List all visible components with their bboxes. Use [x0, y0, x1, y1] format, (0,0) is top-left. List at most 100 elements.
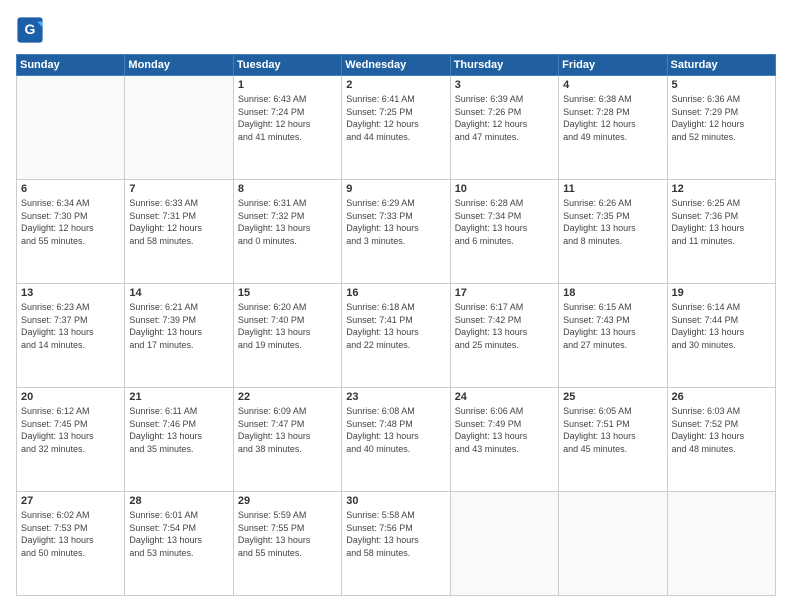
calendar-week-row: 13Sunrise: 6:23 AM Sunset: 7:37 PM Dayli… [17, 284, 776, 388]
day-info: Sunrise: 6:15 AM Sunset: 7:43 PM Dayligh… [563, 301, 662, 351]
day-info: Sunrise: 6:18 AM Sunset: 7:41 PM Dayligh… [346, 301, 445, 351]
calendar-cell [17, 76, 125, 180]
weekday-header: Tuesday [233, 55, 341, 76]
day-info: Sunrise: 6:20 AM Sunset: 7:40 PM Dayligh… [238, 301, 337, 351]
day-number: 18 [563, 287, 662, 299]
calendar-cell: 4Sunrise: 6:38 AM Sunset: 7:28 PM Daylig… [559, 76, 667, 180]
calendar-week-row: 1Sunrise: 6:43 AM Sunset: 7:24 PM Daylig… [17, 76, 776, 180]
page: G SundayMondayTuesdayWednesdayThursdayFr… [0, 0, 792, 612]
day-number: 23 [346, 391, 445, 403]
day-number: 17 [455, 287, 554, 299]
day-number: 11 [563, 183, 662, 195]
header: G [16, 16, 776, 44]
day-info: Sunrise: 6:41 AM Sunset: 7:25 PM Dayligh… [346, 93, 445, 143]
calendar-cell: 3Sunrise: 6:39 AM Sunset: 7:26 PM Daylig… [450, 76, 558, 180]
calendar-cell: 8Sunrise: 6:31 AM Sunset: 7:32 PM Daylig… [233, 180, 341, 284]
day-number: 8 [238, 183, 337, 195]
calendar-cell: 12 Sunrise: 6:25 AM Sunset: 7:36 PM Dayli… [667, 180, 775, 284]
calendar-header-row: SundayMondayTuesdayWednesdayThursdayFrid… [17, 55, 776, 76]
calendar-cell: 9 Sunrise: 6:29 AM Sunset: 7:33 PM Daylig… [342, 180, 450, 284]
day-info: Sunrise: 6:36 AM Sunset: 7:29 PM Dayligh… [672, 93, 771, 143]
day-info: Sunrise: 5:59 AM Sunset: 7:55 PM Dayligh… [238, 509, 337, 559]
day-info: Sunrise: 6:29 AM Sunset: 7:33 PM Dayligh… [346, 197, 445, 247]
calendar-cell: 25 Sunrise: 6:05 AM Sunset: 7:51 PM Dayli… [559, 388, 667, 492]
day-info: Sunrise: 6:06 AM Sunset: 7:49 PM Dayligh… [455, 405, 554, 455]
calendar-cell: 2 Sunrise: 6:41 AM Sunset: 7:25 PM Daylig… [342, 76, 450, 180]
day-number: 21 [129, 391, 228, 403]
day-number: 25 [563, 391, 662, 403]
svg-text:G: G [25, 21, 36, 37]
calendar-cell [667, 492, 775, 596]
calendar-week-row: 27 Sunrise: 6:02 AM Sunset: 7:53 PM Dayli… [17, 492, 776, 596]
day-number: 2 [346, 79, 445, 91]
weekday-header: Friday [559, 55, 667, 76]
day-number: 26 [672, 391, 771, 403]
weekday-header: Sunday [17, 55, 125, 76]
day-info: Sunrise: 6:23 AM Sunset: 7:37 PM Dayligh… [21, 301, 120, 351]
logo: G [16, 16, 46, 44]
calendar-cell: 21 Sunrise: 6:11 AM Sunset: 7:46 PM Dayli… [125, 388, 233, 492]
day-number: 4 [563, 79, 662, 91]
day-number: 20 [21, 391, 120, 403]
day-number: 6 [21, 183, 120, 195]
calendar-cell: 14Sunrise: 6:21 AM Sunset: 7:39 PM Dayli… [125, 284, 233, 388]
calendar-cell: 20Sunrise: 6:12 AM Sunset: 7:45 PM Dayli… [17, 388, 125, 492]
calendar-cell: 11 Sunrise: 6:26 AM Sunset: 7:35 PM Dayli… [559, 180, 667, 284]
day-info: Sunrise: 6:08 AM Sunset: 7:48 PM Dayligh… [346, 405, 445, 455]
day-info: Sunrise: 6:14 AM Sunset: 7:44 PM Dayligh… [672, 301, 771, 351]
day-info: Sunrise: 6:26 AM Sunset: 7:35 PM Dayligh… [563, 197, 662, 247]
weekday-header: Thursday [450, 55, 558, 76]
day-info: Sunrise: 6:33 AM Sunset: 7:31 PM Dayligh… [129, 197, 228, 247]
day-info: Sunrise: 6:09 AM Sunset: 7:47 PM Dayligh… [238, 405, 337, 455]
day-info: Sunrise: 6:02 AM Sunset: 7:53 PM Dayligh… [21, 509, 120, 559]
day-number: 29 [238, 495, 337, 507]
calendar-cell: 18 Sunrise: 6:15 AM Sunset: 7:43 PM Dayli… [559, 284, 667, 388]
day-info: Sunrise: 6:11 AM Sunset: 7:46 PM Dayligh… [129, 405, 228, 455]
calendar-cell: 16Sunrise: 6:18 AM Sunset: 7:41 PM Dayli… [342, 284, 450, 388]
day-info: Sunrise: 6:39 AM Sunset: 7:26 PM Dayligh… [455, 93, 554, 143]
weekday-header: Wednesday [342, 55, 450, 76]
day-number: 27 [21, 495, 120, 507]
day-number: 24 [455, 391, 554, 403]
day-info: Sunrise: 6:28 AM Sunset: 7:34 PM Dayligh… [455, 197, 554, 247]
day-number: 12 [672, 183, 771, 195]
calendar-cell: 6 Sunrise: 6:34 AM Sunset: 7:30 PM Daylig… [17, 180, 125, 284]
day-info: Sunrise: 6:03 AM Sunset: 7:52 PM Dayligh… [672, 405, 771, 455]
calendar-cell [559, 492, 667, 596]
calendar-cell: 1Sunrise: 6:43 AM Sunset: 7:24 PM Daylig… [233, 76, 341, 180]
calendar-cell [450, 492, 558, 596]
calendar-cell: 23 Sunrise: 6:08 AM Sunset: 7:48 PM Dayli… [342, 388, 450, 492]
calendar-cell [125, 76, 233, 180]
day-number: 14 [129, 287, 228, 299]
day-number: 22 [238, 391, 337, 403]
calendar-cell: 13Sunrise: 6:23 AM Sunset: 7:37 PM Dayli… [17, 284, 125, 388]
calendar-cell: 26 Sunrise: 6:03 AM Sunset: 7:52 PM Dayli… [667, 388, 775, 492]
day-number: 5 [672, 79, 771, 91]
calendar-cell: 30 Sunrise: 5:58 AM Sunset: 7:56 PM Dayli… [342, 492, 450, 596]
calendar-cell: 22 Sunrise: 6:09 AM Sunset: 7:47 PM Dayli… [233, 388, 341, 492]
calendar-cell: 15 Sunrise: 6:20 AM Sunset: 7:40 PM Dayli… [233, 284, 341, 388]
day-number: 7 [129, 183, 228, 195]
day-info: Sunrise: 6:05 AM Sunset: 7:51 PM Dayligh… [563, 405, 662, 455]
calendar-week-row: 20Sunrise: 6:12 AM Sunset: 7:45 PM Dayli… [17, 388, 776, 492]
day-number: 9 [346, 183, 445, 195]
day-info: Sunrise: 6:43 AM Sunset: 7:24 PM Dayligh… [238, 93, 337, 143]
day-info: Sunrise: 6:25 AM Sunset: 7:36 PM Dayligh… [672, 197, 771, 247]
day-number: 19 [672, 287, 771, 299]
calendar-table: SundayMondayTuesdayWednesdayThursdayFrid… [16, 54, 776, 596]
calendar-cell: 28 Sunrise: 6:01 AM Sunset: 7:54 PM Dayli… [125, 492, 233, 596]
day-number: 30 [346, 495, 445, 507]
day-number: 15 [238, 287, 337, 299]
day-info: Sunrise: 6:34 AM Sunset: 7:30 PM Dayligh… [21, 197, 120, 247]
calendar-cell: 17 Sunrise: 6:17 AM Sunset: 7:42 PM Dayli… [450, 284, 558, 388]
calendar-cell: 24 Sunrise: 6:06 AM Sunset: 7:49 PM Dayli… [450, 388, 558, 492]
day-info: Sunrise: 6:01 AM Sunset: 7:54 PM Dayligh… [129, 509, 228, 559]
calendar-cell: 19 Sunrise: 6:14 AM Sunset: 7:44 PM Dayli… [667, 284, 775, 388]
day-info: Sunrise: 6:17 AM Sunset: 7:42 PM Dayligh… [455, 301, 554, 351]
calendar-cell: 27 Sunrise: 6:02 AM Sunset: 7:53 PM Dayli… [17, 492, 125, 596]
day-info: Sunrise: 5:58 AM Sunset: 7:56 PM Dayligh… [346, 509, 445, 559]
weekday-header: Saturday [667, 55, 775, 76]
day-number: 28 [129, 495, 228, 507]
day-number: 10 [455, 183, 554, 195]
calendar-cell: 29 Sunrise: 5:59 AM Sunset: 7:55 PM Dayli… [233, 492, 341, 596]
